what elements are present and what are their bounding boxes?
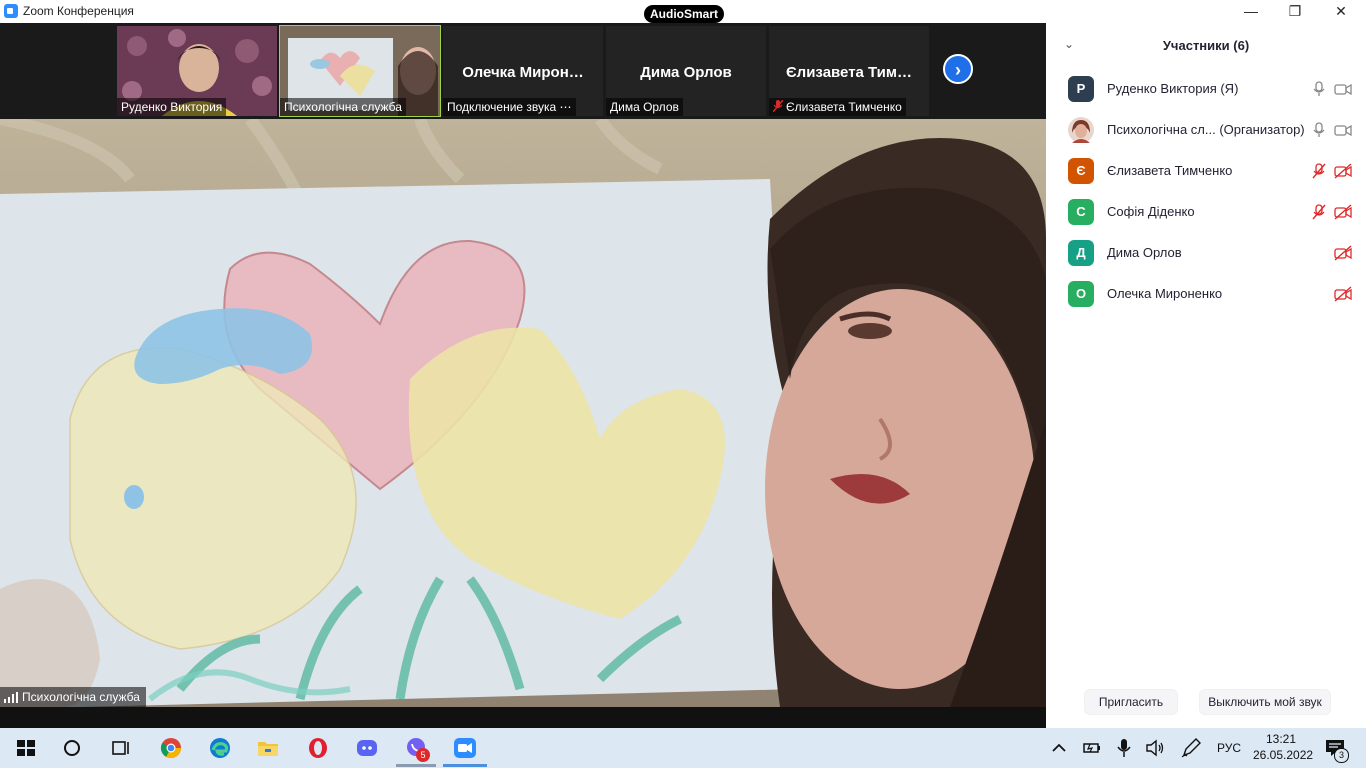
thumbnail-big-name: Дима Орлов bbox=[640, 64, 732, 81]
title-bar: Zoom Конференция AudioSmart — ❐ ✕ bbox=[0, 0, 1366, 23]
viber-running-indicator bbox=[396, 764, 436, 767]
notification-count-badge: 3 bbox=[1334, 748, 1349, 763]
input-language[interactable]: РУС bbox=[1217, 741, 1241, 755]
close-button[interactable]: ✕ bbox=[1318, 0, 1364, 23]
window-title: Zoom Конференция bbox=[23, 4, 134, 18]
invite-button[interactable]: Пригласить bbox=[1084, 689, 1178, 715]
participant-name: Руденко Виктория (Я) bbox=[1107, 81, 1239, 96]
thumbnail-olechka[interactable]: Олечка Мирон… Подключение звука ⋯ bbox=[443, 26, 603, 116]
mic-muted-icon bbox=[772, 99, 784, 113]
search-icon[interactable] bbox=[60, 736, 84, 760]
video-camera-icon[interactable] bbox=[1334, 122, 1352, 138]
speaker-label: Психологічна служба bbox=[0, 687, 146, 707]
participant-row[interactable]: О Олечка Мироненко bbox=[1046, 274, 1366, 315]
video-camera-off-icon[interactable] bbox=[1334, 286, 1352, 302]
avatar: С bbox=[1068, 199, 1094, 225]
participant-row[interactable]: Психологічна сл... (Организатор) bbox=[1046, 110, 1366, 151]
task-view-icon[interactable] bbox=[108, 736, 132, 760]
participant-row[interactable]: Р Руденко Виктория (Я) bbox=[1046, 69, 1366, 110]
windows-taskbar: 5 РУС 13:21 26.05.2022 3 bbox=[0, 728, 1366, 768]
avatar: Р bbox=[1068, 76, 1094, 102]
clock-time[interactable]: 13:21 bbox=[1266, 732, 1296, 746]
pen-icon[interactable] bbox=[1179, 736, 1203, 760]
opera-icon[interactable] bbox=[306, 736, 330, 760]
thumbnail-big-name: Олечка Мирон… bbox=[462, 64, 584, 81]
microphone-icon[interactable] bbox=[1312, 81, 1326, 97]
control-bar-area bbox=[0, 707, 1046, 728]
video-camera-off-icon[interactable] bbox=[1334, 204, 1352, 220]
zoom-active-indicator bbox=[443, 764, 487, 767]
participant-row[interactable]: Д Дима Орлов bbox=[1046, 233, 1366, 274]
zoom-taskbar-icon[interactable] bbox=[453, 736, 477, 760]
participant-name: Олечка Мироненко bbox=[1107, 286, 1223, 301]
participants-panel: ⌄ Участники (6) Р Руденко Виктория (Я) П… bbox=[1046, 23, 1366, 728]
participants-title: Участники (6) bbox=[1162, 38, 1250, 53]
main-speaker-video: Психологічна служба bbox=[0, 119, 1046, 707]
avatar: Є bbox=[1068, 158, 1094, 184]
thumbnail-label: Дима Орлов bbox=[606, 98, 683, 116]
thumbnail-rudenko[interactable]: Руденко Виктория bbox=[117, 26, 277, 116]
audiosmart-badge[interactable]: AudioSmart bbox=[644, 5, 725, 23]
participants-header: ⌄ Участники (6) bbox=[1046, 23, 1366, 67]
participant-name: Психологічна сл... (Организатор) bbox=[1107, 122, 1305, 137]
participant-row[interactable]: Є Єлизавета Тимченко bbox=[1046, 151, 1366, 192]
thumbnail-big-name: Єлизавета Тим… bbox=[786, 64, 912, 81]
thumbnail-label: Руденко Виктория bbox=[117, 98, 227, 116]
tray-microphone-icon[interactable] bbox=[1112, 736, 1136, 760]
speaker-name: Психологічна служба bbox=[22, 690, 140, 704]
participant-name: Дима Орлов bbox=[1107, 245, 1182, 260]
discord-icon[interactable] bbox=[355, 736, 379, 760]
microphone-muted-icon[interactable] bbox=[1312, 163, 1326, 179]
participant-name: Єлизавета Тимченко bbox=[1107, 163, 1233, 178]
video-thumbnail-strip: Руденко Виктория Психологічна служба Оле… bbox=[0, 23, 1046, 119]
viber-unread-badge: 5 bbox=[416, 748, 430, 762]
minimize-button[interactable]: — bbox=[1228, 0, 1274, 23]
zoom-app-icon bbox=[4, 4, 18, 18]
avatar-photo-icon bbox=[1068, 117, 1094, 143]
windows-start-icon[interactable] bbox=[14, 736, 38, 760]
chrome-icon[interactable] bbox=[159, 736, 183, 760]
participant-name: Софія Діденко bbox=[1107, 204, 1195, 219]
thumbnail-elizaveta[interactable]: Єлизавета Тим… Єлизавета Тимченко bbox=[769, 26, 929, 116]
microphone-muted-icon[interactable] bbox=[1312, 204, 1326, 220]
drawing-video-icon bbox=[0, 119, 1046, 707]
edge-icon[interactable] bbox=[208, 736, 232, 760]
thumbnail-label-text: Єлизавета Тимченко bbox=[786, 100, 902, 114]
video-camera-off-icon[interactable] bbox=[1334, 245, 1352, 261]
video-camera-icon[interactable] bbox=[1334, 81, 1352, 97]
battery-icon[interactable] bbox=[1080, 736, 1104, 760]
next-page-button[interactable]: › bbox=[943, 54, 973, 84]
thumbnail-psych-service[interactable]: Психологічна служба bbox=[279, 25, 441, 117]
chevron-up-icon[interactable] bbox=[1047, 736, 1071, 760]
thumbnail-label: Психологічна служба bbox=[280, 98, 406, 116]
video-camera-off-icon[interactable] bbox=[1334, 163, 1352, 179]
thumbnail-label: Подключение звука ⋯ bbox=[443, 98, 576, 116]
avatar: Д bbox=[1068, 240, 1094, 266]
thumbnail-label: Єлизавета Тимченко bbox=[769, 98, 906, 116]
avatar: О bbox=[1068, 281, 1094, 307]
participant-row[interactable]: С Софія Діденко bbox=[1046, 192, 1366, 233]
signal-strength-icon bbox=[4, 692, 18, 704]
volume-icon[interactable] bbox=[1143, 736, 1167, 760]
restore-button[interactable]: ❐ bbox=[1272, 0, 1318, 23]
mute-me-button[interactable]: Выключить мой звук bbox=[1199, 689, 1331, 715]
thumbnail-dima[interactable]: Дима Орлов Дима Орлов bbox=[606, 26, 766, 116]
clock-date[interactable]: 26.05.2022 bbox=[1253, 748, 1313, 762]
file-explorer-icon[interactable] bbox=[256, 736, 280, 760]
microphone-icon[interactable] bbox=[1312, 122, 1326, 138]
